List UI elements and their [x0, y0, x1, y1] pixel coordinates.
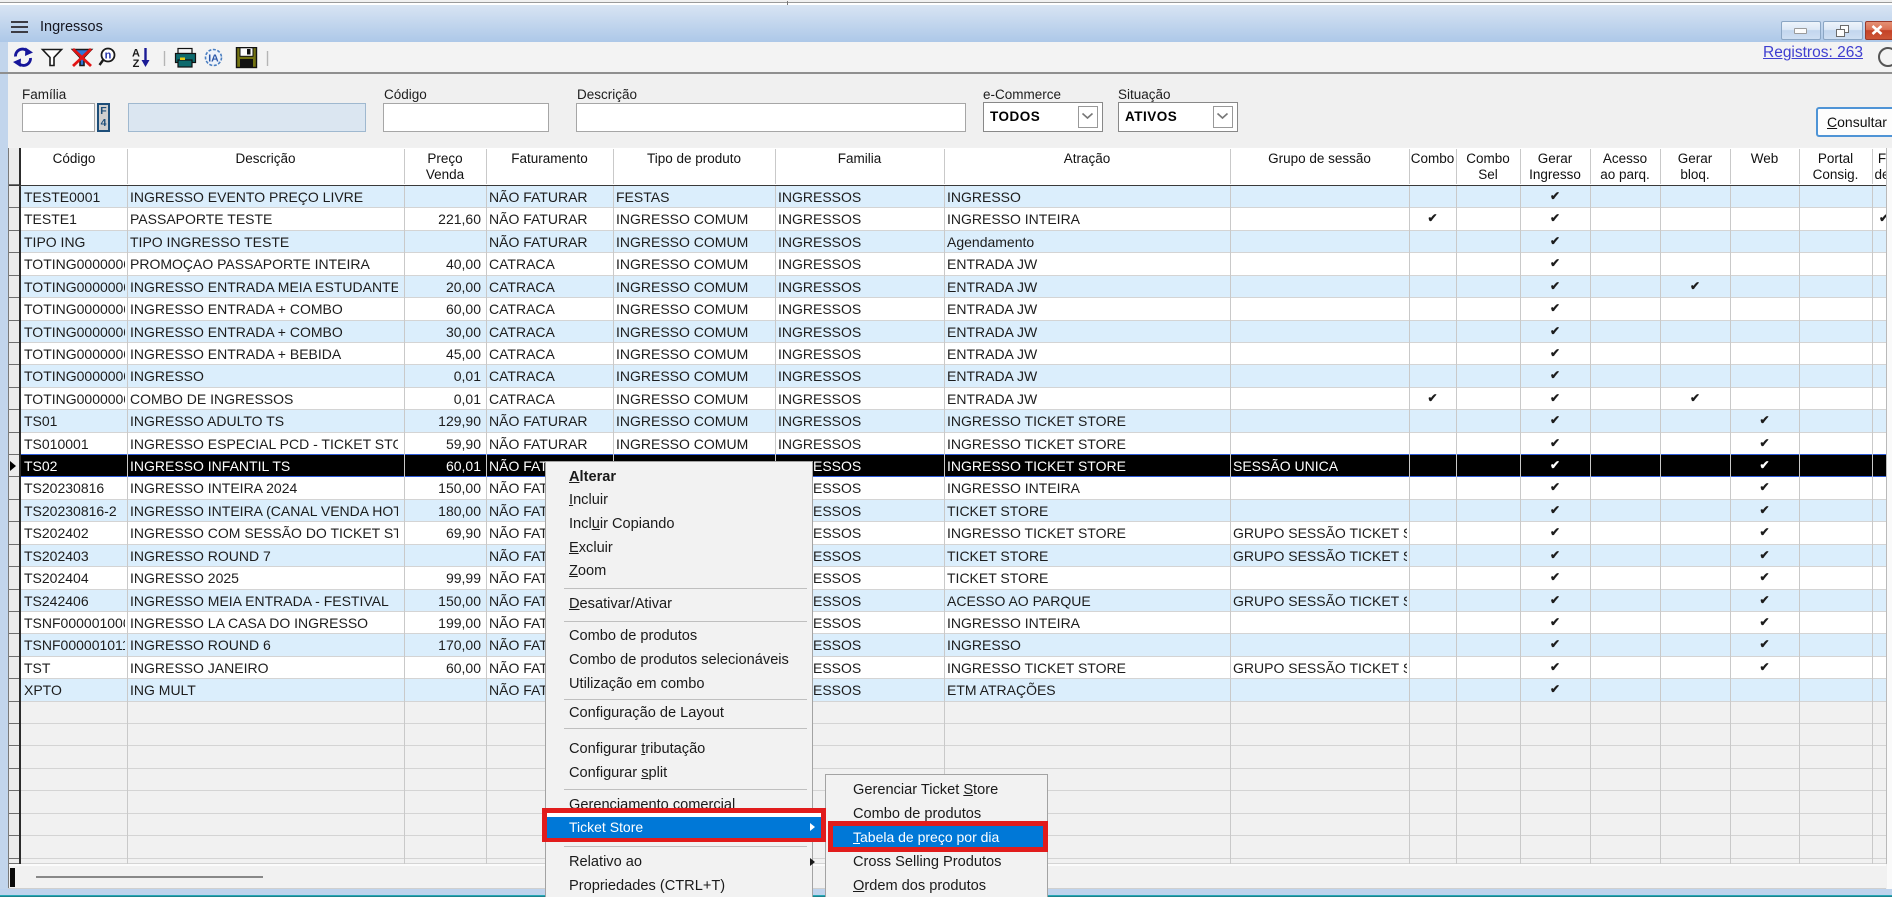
- svg-text:IA: IA: [208, 53, 219, 65]
- svg-text:n: n: [105, 50, 112, 62]
- svg-text:Z: Z: [133, 58, 140, 69]
